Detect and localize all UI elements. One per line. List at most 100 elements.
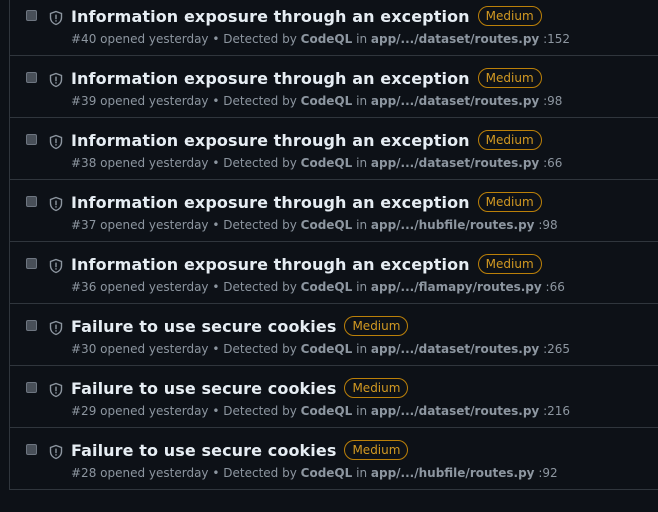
severity-badge: Medium <box>477 130 542 150</box>
tool-name: CodeQL <box>300 218 353 232</box>
alert-row[interactable]: Information exposure through an exceptio… <box>10 118 658 180</box>
detected-by-label: Detected by <box>223 156 297 170</box>
file-path: app/.../dataset/routes.py <box>370 94 540 108</box>
shield-icon <box>49 134 63 150</box>
shield-icon <box>49 258 63 274</box>
alert-title-link[interactable]: Information exposure through an exceptio… <box>71 255 470 274</box>
alert-opened: opened yesterday <box>100 156 209 170</box>
tool-name: CodeQL <box>300 404 353 418</box>
file-path: app/.../hubfile/routes.py <box>370 466 535 480</box>
detected-by-label: Detected by <box>223 280 297 294</box>
line-number: :98 <box>538 218 558 232</box>
alert-row[interactable]: Information exposure through an exceptio… <box>10 242 658 304</box>
alert-meta: #40 opened yesterday • Detected by CodeQ… <box>71 32 571 46</box>
tool-name: CodeQL <box>300 94 353 108</box>
alert-select-checkbox[interactable] <box>26 72 37 83</box>
alert-number: #39 <box>71 94 97 108</box>
detected-by-label: Detected by <box>223 404 297 418</box>
tool-name: CodeQL <box>300 466 353 480</box>
severity-badge: Medium <box>477 254 542 274</box>
severity-badge: Medium <box>344 440 409 460</box>
alert-title-link[interactable]: Failure to use secure cookies <box>71 379 336 398</box>
in-label: in <box>356 466 368 480</box>
alert-number: #37 <box>71 218 97 232</box>
in-label: in <box>356 280 368 294</box>
alert-number: #28 <box>71 466 97 480</box>
alert-meta: #38 opened yesterday • Detected by CodeQ… <box>71 156 563 170</box>
shield-icon <box>49 320 63 336</box>
alert-row[interactable]: Information exposure through an exceptio… <box>10 180 658 242</box>
line-number: :216 <box>543 404 571 418</box>
tool-name: CodeQL <box>300 342 353 356</box>
tool-name: CodeQL <box>300 32 353 46</box>
alert-meta: #28 opened yesterday • Detected by CodeQ… <box>71 466 558 480</box>
alert-meta: #30 opened yesterday • Detected by CodeQ… <box>71 342 571 356</box>
alert-title-link[interactable]: Information exposure through an exceptio… <box>71 69 470 88</box>
alert-row[interactable]: Failure to use secure cookies Medium #28… <box>10 428 658 490</box>
alert-select-checkbox[interactable] <box>26 444 37 455</box>
alert-opened: opened yesterday <box>100 342 209 356</box>
alert-opened: opened yesterday <box>100 32 209 46</box>
file-path: app/.../dataset/routes.py <box>370 342 540 356</box>
alert-number: #36 <box>71 280 97 294</box>
line-number: :152 <box>543 32 571 46</box>
alert-row[interactable]: Information exposure through an exceptio… <box>10 56 658 118</box>
line-number: :66 <box>545 280 565 294</box>
in-label: in <box>356 94 368 108</box>
alert-meta: #37 opened yesterday • Detected by CodeQ… <box>71 218 558 232</box>
alert-meta: #39 opened yesterday • Detected by CodeQ… <box>71 94 563 108</box>
alert-number: #30 <box>71 342 97 356</box>
in-label: in <box>356 156 368 170</box>
tool-name: CodeQL <box>300 280 353 294</box>
shield-icon <box>49 444 63 460</box>
severity-badge: Medium <box>344 316 409 336</box>
alert-meta: #36 opened yesterday • Detected by CodeQ… <box>71 280 565 294</box>
detected-by-label: Detected by <box>223 218 297 232</box>
alert-number: #40 <box>71 32 97 46</box>
alert-select-checkbox[interactable] <box>26 320 37 331</box>
alert-opened: opened yesterday <box>100 280 209 294</box>
alert-title-link[interactable]: Information exposure through an exceptio… <box>71 193 470 212</box>
alert-row[interactable]: Failure to use secure cookies Medium #30… <box>10 304 658 366</box>
alert-title-link[interactable]: Failure to use secure cookies <box>71 441 336 460</box>
alert-select-checkbox[interactable] <box>26 258 37 269</box>
alert-select-checkbox[interactable] <box>26 10 37 21</box>
alert-meta: #29 opened yesterday • Detected by CodeQ… <box>71 404 571 418</box>
alert-title-link[interactable]: Failure to use secure cookies <box>71 317 336 336</box>
line-number: :66 <box>543 156 563 170</box>
in-label: in <box>356 404 368 418</box>
severity-badge: Medium <box>477 192 542 212</box>
alert-row[interactable]: Failure to use secure cookies Medium #29… <box>10 366 658 428</box>
alert-select-checkbox[interactable] <box>26 196 37 207</box>
tool-name: CodeQL <box>300 156 353 170</box>
detected-by-label: Detected by <box>223 94 297 108</box>
alert-select-checkbox[interactable] <box>26 134 37 145</box>
alert-title-link[interactable]: Information exposure through an exceptio… <box>71 131 470 150</box>
severity-badge: Medium <box>344 378 409 398</box>
detected-by-label: Detected by <box>223 466 297 480</box>
file-path: app/.../flamapy/routes.py <box>370 280 542 294</box>
alert-select-checkbox[interactable] <box>26 382 37 393</box>
shield-icon <box>49 72 63 88</box>
alert-opened: opened yesterday <box>100 218 209 232</box>
line-number: :265 <box>543 342 571 356</box>
line-number: :92 <box>538 466 558 480</box>
severity-badge: Medium <box>477 68 542 88</box>
severity-badge: Medium <box>477 6 542 26</box>
alert-opened: opened yesterday <box>100 94 209 108</box>
in-label: in <box>356 32 368 46</box>
file-path: app/.../dataset/routes.py <box>370 156 540 170</box>
line-number: :98 <box>543 94 563 108</box>
detected-by-label: Detected by <box>223 342 297 356</box>
file-path: app/.../dataset/routes.py <box>370 32 540 46</box>
alert-row[interactable]: Information exposure through an exceptio… <box>10 0 658 56</box>
code-scanning-alert-list: Information exposure through an exceptio… <box>9 0 658 490</box>
alert-title-link[interactable]: Information exposure through an exceptio… <box>71 7 470 26</box>
file-path: app/.../hubfile/routes.py <box>370 218 535 232</box>
alert-number: #29 <box>71 404 97 418</box>
in-label: in <box>356 218 368 232</box>
detected-by-label: Detected by <box>223 32 297 46</box>
alert-number: #38 <box>71 156 97 170</box>
shield-icon <box>49 382 63 398</box>
alert-opened: opened yesterday <box>100 466 209 480</box>
